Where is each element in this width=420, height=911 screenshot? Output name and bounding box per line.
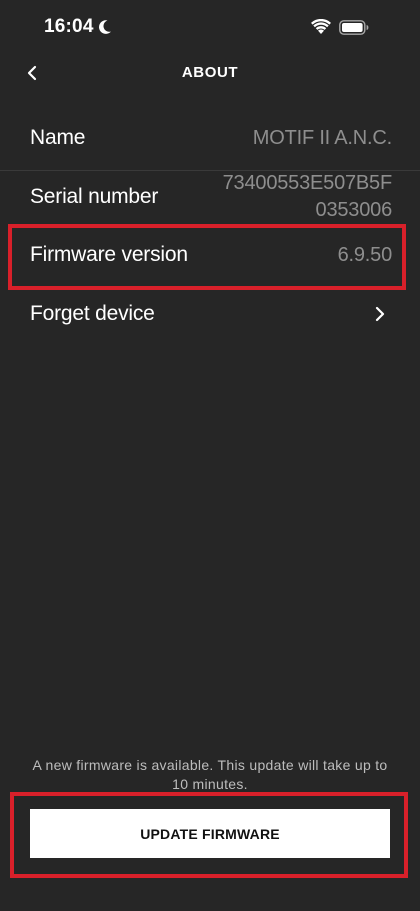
status-bar: 16:04: [0, 0, 420, 56]
wifi-icon: [311, 19, 331, 34]
name-label: Name: [30, 126, 86, 149]
chevron-right-icon: [375, 306, 385, 322]
serial-number-line-1: 73400553E507B5F: [222, 172, 393, 194]
firmware-highlight-box: [8, 224, 406, 290]
moon-icon: [98, 20, 111, 34]
serial-number-line-2: 0353006: [315, 199, 393, 221]
update-available-note: A new firmware is available. This update…: [32, 757, 388, 792]
serial-number-row: Serial number 73400553E507B5F 0353006: [30, 168, 392, 226]
name-row: Name MOTIF II A.N.C.: [30, 120, 392, 156]
page-title: ABOUT: [181, 64, 239, 81]
forget-device-label: Forget device: [30, 302, 155, 325]
update-firmware-button[interactable]: UPDATE FIRMWARE: [30, 809, 390, 858]
serial-number-value: 73400553E507B5F 0353006: [222, 170, 393, 224]
forget-device-row[interactable]: Forget device: [30, 296, 392, 332]
clock-time: 16:04: [44, 16, 94, 37]
name-value: MOTIF II A.N.C.: [252, 126, 392, 149]
status-time: 16:04: [44, 16, 112, 38]
battery-icon: [339, 20, 369, 35]
serial-number-label: Serial number: [30, 185, 159, 208]
